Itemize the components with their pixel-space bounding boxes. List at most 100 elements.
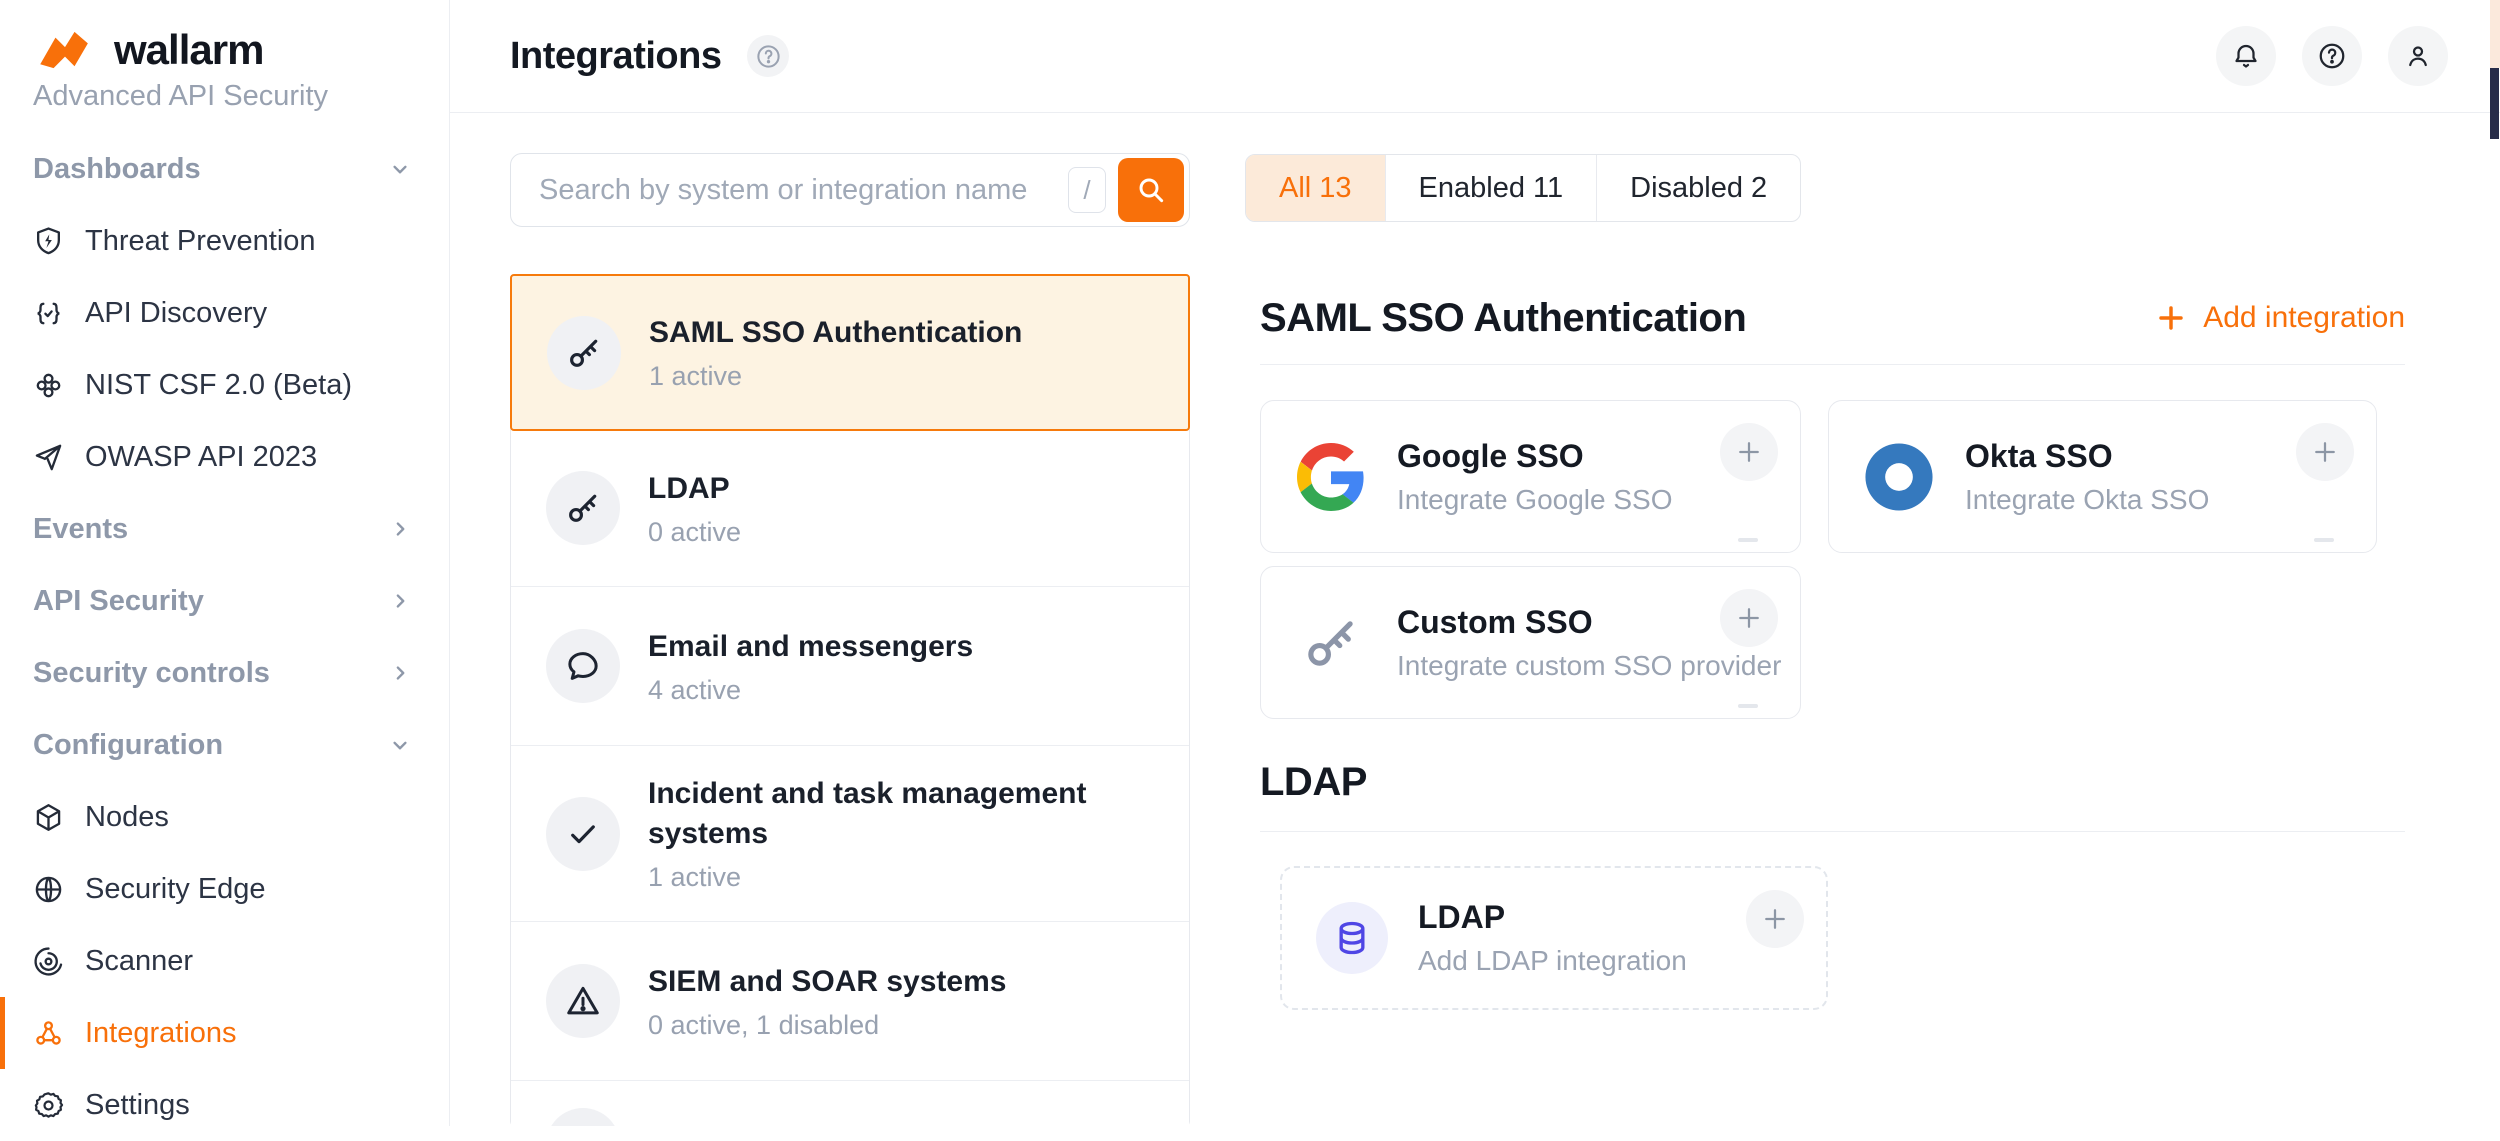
chevron-down-icon [387,156,413,182]
category-title: Incident and task management systems [648,774,1153,854]
key-icon [564,489,602,527]
gear-icon [33,1090,64,1121]
main-content: / SAML SSO Authentication 1 active LDAP … [450,113,2500,1126]
warning-triangle-icon [564,982,602,1020]
card-google-sso[interactable]: Google SSO Integrate Google SSO [1260,400,1801,553]
sidebar-item-api-discovery[interactable]: API Discovery [0,277,449,349]
sidebar-item-security-edge[interactable]: Security Edge [0,853,449,925]
section-divider [1260,831,2405,832]
section-label: Security controls [33,657,270,690]
search-button[interactable] [1118,158,1184,222]
sidebar-section-dashboards[interactable]: Dashboards [0,133,449,205]
plus-icon [2155,302,2187,334]
add-okta-sso-button[interactable] [2296,423,2354,481]
integration-cards: Google SSO Integrate Google SSO Okta SSO… [1260,400,2405,719]
card-subtitle: Integrate Okta SSO [1965,484,2209,516]
tab-disabled[interactable]: Disabled 2 [1596,155,1800,221]
integrations-list-column: / SAML SSO Authentication 1 active LDAP … [510,153,1190,1126]
key-icon [565,334,603,372]
section-header-saml: SAML SSO Authentication Add integration [1260,293,2405,343]
chevron-down-icon [387,732,413,758]
profile-button[interactable] [2388,26,2448,86]
chevron-right-icon [387,516,413,542]
scrollbar-track [2490,0,2500,68]
category-ldap[interactable]: LDAP 0 active [511,430,1189,586]
question-circle-icon [2317,41,2347,71]
sidebar-item-label: Integrations [85,1017,237,1050]
tab-all[interactable]: All 13 [1246,155,1385,221]
cube-icon [33,802,64,833]
add-integration-button[interactable]: Add integration [2155,301,2405,335]
section-label: Dashboards [33,153,201,186]
card-okta-sso[interactable]: Okta SSO Integrate Okta SSO [1828,400,2377,553]
plus-icon [1760,904,1790,934]
card-subtitle: Add LDAP integration [1418,945,1687,977]
sidebar-section-events[interactable]: Events [0,493,449,565]
section-title: SAML SSO Authentication [1260,296,1746,341]
tab-enabled[interactable]: Enabled 11 [1385,155,1597,221]
header-actions [2216,26,2448,86]
category-siem-soar[interactable]: SIEM and SOAR systems 0 active, 1 disabl… [511,921,1189,1080]
sidebar-item-threat-prevention[interactable]: Threat Prevention [0,205,449,277]
filter-tabs: All 13 Enabled 11 Disabled 2 [1245,154,1801,222]
page-title: Integrations [510,35,721,78]
card-dash-decoration [1738,538,1758,542]
sidebar-item-label: Settings [85,1089,190,1122]
bell-icon [2231,41,2261,71]
globe-icon [33,874,64,905]
card-ldap[interactable]: LDAP Add LDAP integration [1280,866,1828,1010]
add-custom-sso-button[interactable] [1720,589,1778,647]
sidebar-item-label: Scanner [85,945,193,978]
user-icon [2403,41,2433,71]
spiral-icon [33,946,64,977]
search-input[interactable] [539,174,1068,207]
page-header: Integrations [450,0,2500,113]
section-label: API Security [33,585,204,618]
sidebar-item-nodes[interactable]: Nodes [0,781,449,853]
section-header-ldap: LDAP [1260,757,2405,807]
knot-icon [33,370,64,401]
category-saml-sso[interactable]: SAML SSO Authentication 1 active [510,274,1190,431]
brand[interactable]: wallarm [32,26,449,74]
category-incident-task[interactable]: Incident and task management systems 1 a… [511,745,1189,921]
search-bar: / [510,153,1190,227]
sidebar-item-label: Nodes [85,801,169,834]
category-title: LDAP [648,469,741,509]
section-label: Configuration [33,729,223,762]
sidebar-item-settings[interactable]: Settings [0,1069,449,1141]
category-email-messengers[interactable]: Email and messengers 4 active [511,586,1189,745]
key-icon [1300,612,1362,674]
sidebar-item-owasp-api[interactable]: OWASP API 2023 [0,421,449,493]
search-icon [1135,174,1167,206]
question-circle-icon [755,43,782,70]
card-dash-decoration [1738,704,1758,708]
braces-check-icon [33,298,64,329]
category-status: 1 active [649,361,1022,392]
category-partial[interactable] [511,1080,1189,1126]
help-button[interactable] [2302,26,2362,86]
card-subtitle: Integrate Google SSO [1397,484,1673,516]
sidebar-item-nist-csf[interactable]: NIST CSF 2.0 (Beta) [0,349,449,421]
notifications-button[interactable] [2216,26,2276,86]
sidebar-section-configuration[interactable]: Configuration [0,709,449,781]
page-help-button[interactable] [747,35,789,77]
category-title: Email and messengers [648,627,973,667]
card-title: Okta SSO [1965,438,2209,475]
sidebar-item-scanner[interactable]: Scanner [0,925,449,997]
add-google-sso-button[interactable] [1720,423,1778,481]
sidebar-item-label: API Discovery [85,297,267,330]
sidebar-section-security-controls[interactable]: Security controls [0,637,449,709]
sidebar-section-api-security[interactable]: API Security [0,565,449,637]
card-title: LDAP [1418,899,1687,936]
card-custom-sso[interactable]: Custom SSO Integrate custom SSO provider [1260,566,1801,719]
sidebar-item-integrations[interactable]: Integrations [0,997,449,1069]
card-subtitle: Integrate custom SSO provider [1397,650,1781,682]
chat-bubble-icon [564,647,602,685]
keyboard-shortcut-badge: / [1068,167,1106,213]
sidebar: wallarm Advanced API Security Dashboards… [0,0,450,1126]
plus-icon [2310,437,2340,467]
brand-name: wallarm [114,26,263,74]
add-ldap-button[interactable] [1746,890,1804,948]
plus-icon [1734,603,1764,633]
category-status: 1 active [648,862,1153,893]
